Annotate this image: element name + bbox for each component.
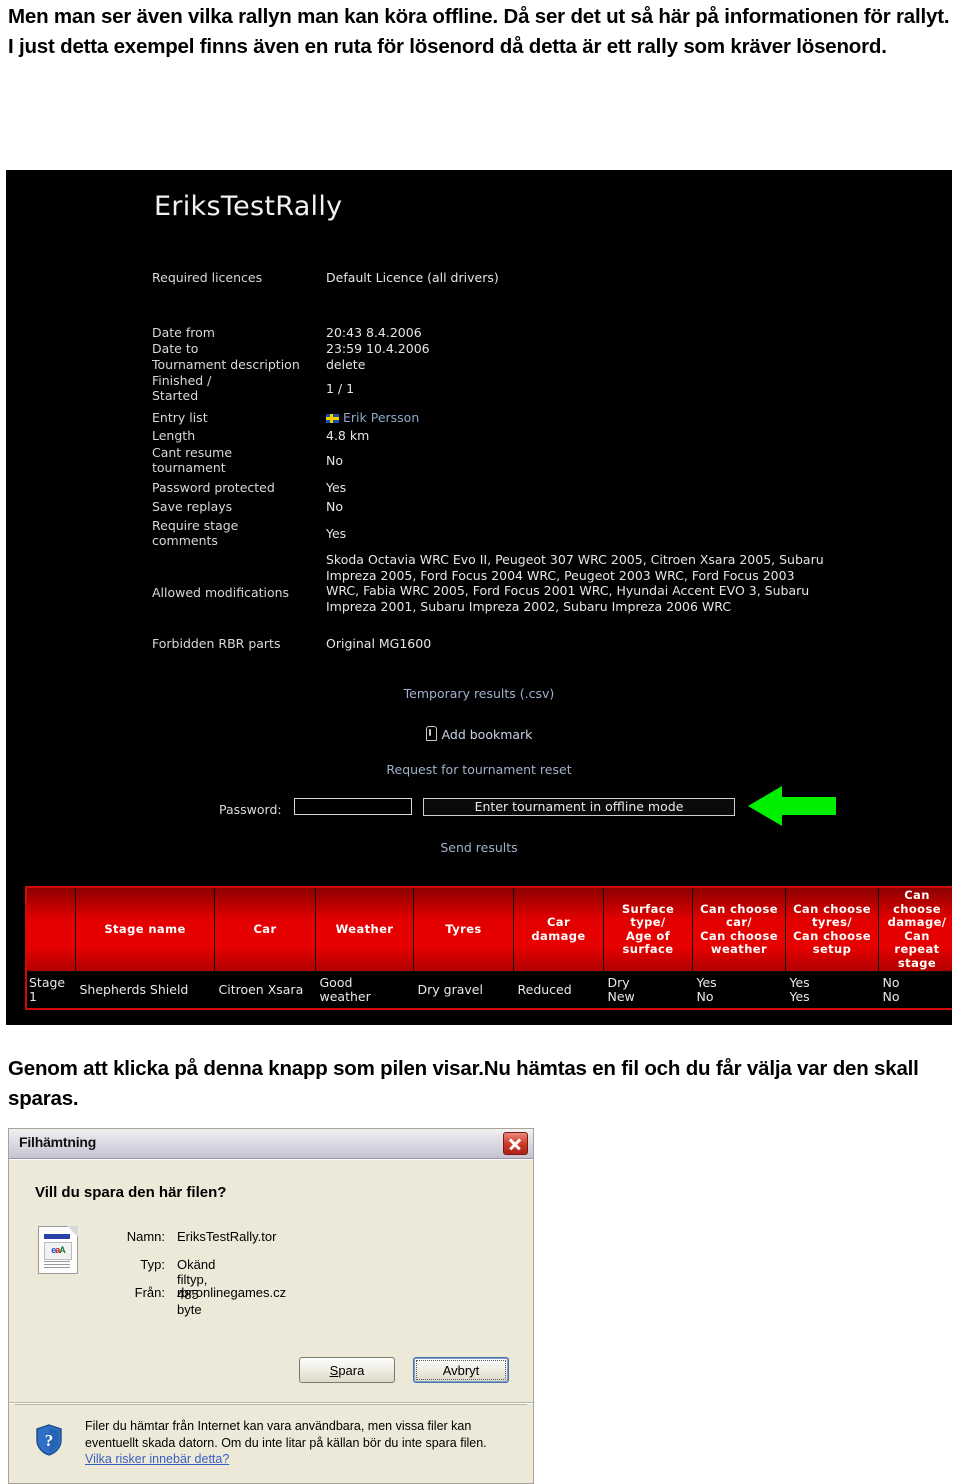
column-header-stage-name: Stage name [75, 886, 215, 972]
detail-value-cant-resume: No [326, 453, 343, 468]
warning-body: Filer du hämtar från Internet kan vara a… [85, 1419, 487, 1450]
cell-stage-number: Stage 1 [26, 971, 76, 1009]
tournament-reset-link[interactable]: Request for tournament reset [6, 762, 952, 777]
meta-key-typ: Typ: [140, 1257, 165, 1272]
detail-label-date-from: Date from [152, 325, 215, 340]
password-input[interactable] [294, 798, 412, 815]
dialog-question-text: Vill du spara den här filen? [35, 1184, 227, 1201]
cell-tyres: Dry gravel [413, 971, 514, 1009]
detail-value-forbidden-parts: Original MG1600 [326, 636, 432, 651]
column-header-can-choose-car-weather: Can choose car/ Can choose weather [692, 886, 786, 972]
bookmark-icon [425, 726, 437, 741]
detail-value-require-stage-comments: Yes [326, 526, 347, 541]
column-header-car-damage: Car damage [513, 886, 604, 972]
dialog-titlebar: Filhämtning [9, 1129, 533, 1159]
detail-label-date-to: Date to [152, 341, 199, 356]
detail-label-password-protected: Password protected [152, 480, 275, 495]
cancel-button[interactable]: Avbryt [413, 1357, 509, 1383]
detail-label-entry-list: Entry list [152, 410, 208, 425]
meta-key-fran: Från: [134, 1285, 165, 1300]
detail-value-password-protected: Yes [326, 480, 347, 495]
temporary-results-link[interactable]: Temporary results (.csv) [6, 686, 952, 701]
detail-label-required-licences: Required licences [152, 270, 263, 285]
outro-paragraph: Genom att klicka på denna knapp som pile… [8, 1057, 919, 1110]
cell-can-choose-tyres-setup: Yes Yes [785, 971, 879, 1009]
detail-value-entry-list[interactable]: Erik Persson [326, 410, 926, 425]
save-button-label: para [338, 1362, 365, 1378]
cell-stage-name: Shepherds Shield [75, 971, 215, 1009]
file-icon-titlebar [44, 1234, 70, 1239]
detail-value-save-replays: No [326, 499, 343, 514]
detail-label-save-replays: Save replays [152, 499, 233, 514]
green-pointer-arrow-icon [748, 786, 836, 826]
detail-label-allowed-modifications: Allowed modifications [152, 585, 290, 600]
cell-surface: Dry New [603, 971, 693, 1009]
svg-text:?: ? [45, 1431, 54, 1450]
add-bookmark-link[interactable]: Add bookmark [6, 726, 952, 742]
password-label: Password: [219, 802, 282, 817]
column-header-blank [25, 886, 76, 972]
table-header-row: Stage name Car Weather Tyres Car damage … [25, 886, 952, 972]
save-button[interactable]: Spara [299, 1357, 395, 1383]
rally-title: EriksTestRally [154, 191, 343, 222]
meta-key-namn: Namn: [126, 1229, 165, 1244]
dialog-title: Filhämtning [19, 1134, 97, 1150]
file-type-icon: eaA [38, 1226, 78, 1274]
table-row: Stage 1 Shepherds Shield Citroen Xsara G… [26, 971, 952, 1009]
shield-question-icon: ? [36, 1424, 62, 1456]
file-download-dialog: Filhämtning Vill du spara den här filen?… [8, 1128, 534, 1484]
detail-value-date-to: 23:59 10.4.2006 [326, 341, 430, 356]
footer-divider [15, 1404, 527, 1405]
cell-can-choose-car-weather: Yes No [692, 971, 786, 1009]
intro-paragraph: Men man ser även vilka rallyn man kan kö… [8, 5, 950, 58]
rbr-tournament-screenshot: EriksTestRally Required licences Default… [6, 170, 952, 1025]
add-bookmark-label: Add bookmark [441, 727, 533, 742]
detail-label-require-stage-comments: Require stage comments [152, 518, 239, 548]
detail-label-length: Length [152, 428, 196, 443]
dialog-body: Vill du spara den här filen? eaA Namn: E… [9, 1159, 533, 1406]
detail-label-cant-resume: Cant resume tournament [152, 445, 233, 475]
entry-driver-name: Erik Persson [343, 410, 420, 425]
meta-value-namn: EriksTestRally.tor [177, 1229, 277, 1244]
detail-value-tournament-description[interactable]: delete [326, 357, 926, 372]
column-header-tyres: Tyres [413, 886, 514, 972]
send-results-link[interactable]: Send results [6, 840, 952, 855]
column-header-weather: Weather [315, 886, 414, 972]
detail-value-date-from: 20:43 8.4.2006 [326, 325, 422, 340]
download-warning-text: Filer du hämtar från Internet kan vara a… [85, 1418, 505, 1468]
detail-value-finished-started: 1 / 1 [326, 381, 355, 396]
file-icon-lines [44, 1261, 70, 1268]
column-header-can-choose-tyres-setup: Can choose tyres/ Can choose setup [785, 886, 879, 972]
cell-weather: Good weather [315, 971, 414, 1009]
detail-label-forbidden-parts: Forbidden RBR parts [152, 636, 281, 651]
detail-value-allowed-modifications: Skoda Octavia WRC Evo II, Peugeot 307 WR… [326, 552, 824, 614]
detail-value-required-licences: Default Licence (all drivers) [326, 270, 499, 285]
cell-car: Citroen Xsara [214, 971, 316, 1009]
cell-car-damage: Reduced [513, 971, 604, 1009]
risk-info-link[interactable]: Vilka risker innebär detta? [85, 1452, 229, 1466]
meta-value-fran: rbr.onlinegames.cz [177, 1285, 287, 1300]
file-icon-glyphs: eaA [44, 1242, 72, 1260]
dialog-footer: ? Filer du hämtar från Internet kan vara… [9, 1403, 533, 1483]
detail-value-length: 4.8 km [326, 428, 370, 443]
save-button-accel: S [329, 1362, 339, 1378]
swedish-flag-icon [326, 414, 339, 423]
enter-offline-mode-button[interactable]: Enter tournament in offline mode [423, 798, 735, 816]
column-header-can-choose-damage-repeat: Can choose damage/ Can repeat stage [878, 886, 952, 972]
detail-label-tournament-description: Tournament description [152, 357, 300, 372]
cell-can-choose-damage-repeat: No No [878, 971, 952, 1009]
detail-label-finished-started: Finished / Started [152, 373, 212, 403]
stage-results-table: Stage name Car Weather Tyres Car damage … [25, 886, 952, 1010]
close-icon[interactable] [503, 1132, 528, 1155]
column-header-car: Car [214, 886, 316, 972]
column-header-surface-type-age: Surface type/ Age of surface [603, 886, 693, 972]
